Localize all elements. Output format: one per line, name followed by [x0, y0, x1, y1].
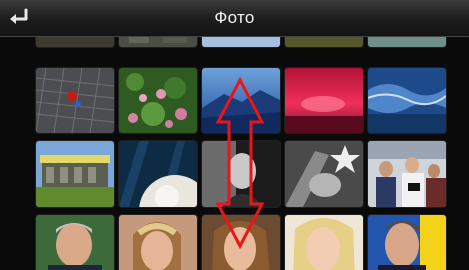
photo-thumbnail-blue-mountain[interactable]: [202, 68, 280, 133]
photo-thumbnail-pink-flowers[interactable]: [119, 68, 197, 133]
header-bar: Фото: [0, 0, 469, 37]
photo-thumbnail-bw-portrait[interactable]: [202, 141, 280, 207]
photo-thumbnail-floor-ball[interactable]: [36, 68, 114, 133]
photo-thumbnail-blue-wave[interactable]: [368, 68, 446, 133]
page-title: Фото: [214, 8, 255, 27]
photo-grid[interactable]: [0, 37, 469, 270]
photo-thumbnail-sea-top[interactable]: [368, 37, 446, 47]
photo-thumbnail-dark-top[interactable]: [36, 37, 114, 47]
photo-thumbnail-house-lawn[interactable]: [36, 141, 114, 207]
photo-thumbnail-tiles-top[interactable]: [119, 37, 197, 47]
photo-thumbnail-white-sphere[interactable]: [119, 141, 197, 207]
photo-thumbnail-woman-brown-hair[interactable]: [202, 215, 280, 270]
photo-thumbnail-man-portrait[interactable]: [36, 215, 114, 270]
photo-gallery-screen: Фото: [0, 0, 469, 270]
photo-thumbnail-bw-star[interactable]: [285, 141, 363, 207]
photo-thumbnail-press-crowd[interactable]: [368, 141, 446, 207]
photo-thumbnail-man-flag[interactable]: [368, 215, 446, 270]
photo-thumbnail-red-sunset[interactable]: [285, 68, 363, 133]
photo-thumbnail-olive-top[interactable]: [285, 37, 363, 47]
photo-thumbnail-woman-braid[interactable]: [119, 215, 197, 270]
photo-thumbnail-blue-top[interactable]: [202, 37, 280, 47]
photo-thumbnail-woman-blonde[interactable]: [285, 215, 363, 270]
